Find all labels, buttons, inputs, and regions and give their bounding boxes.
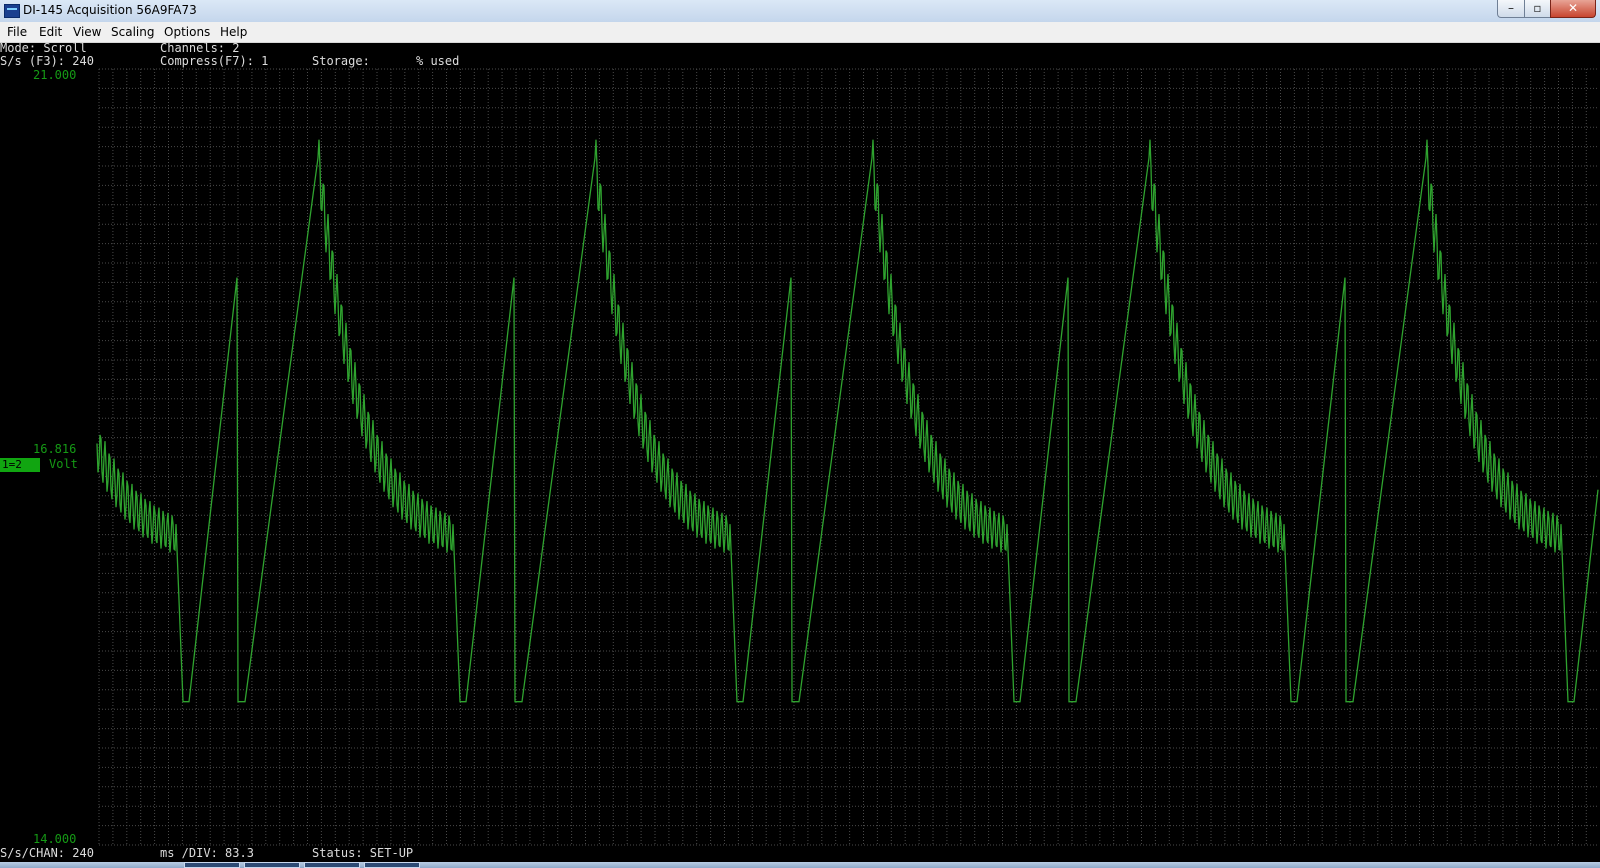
scale-mid-label: 16.816 [33, 442, 77, 456]
channel-tag[interactable]: 1=2 [0, 458, 40, 472]
taskbar-app-button[interactable] [364, 862, 420, 868]
sps-per-channel-label: S/s/CHAN: 240 [0, 846, 94, 860]
scale-bottom-label: 14.000 [33, 832, 77, 846]
taskbar-app-button[interactable] [244, 862, 300, 868]
taskbar-app-button[interactable] [304, 862, 360, 868]
unit-label: Volt [49, 457, 78, 471]
ms-per-div-label: ms /DIV: 83.3 [160, 846, 254, 860]
waveform-plot[interactable] [0, 0, 1600, 868]
waveform-trace [96, 139, 1599, 703]
scale-top-label: 21.000 [33, 68, 77, 82]
taskbar [0, 862, 1600, 868]
status-label: Status: SET-UP [312, 846, 414, 860]
taskbar-app-button[interactable] [184, 862, 240, 868]
